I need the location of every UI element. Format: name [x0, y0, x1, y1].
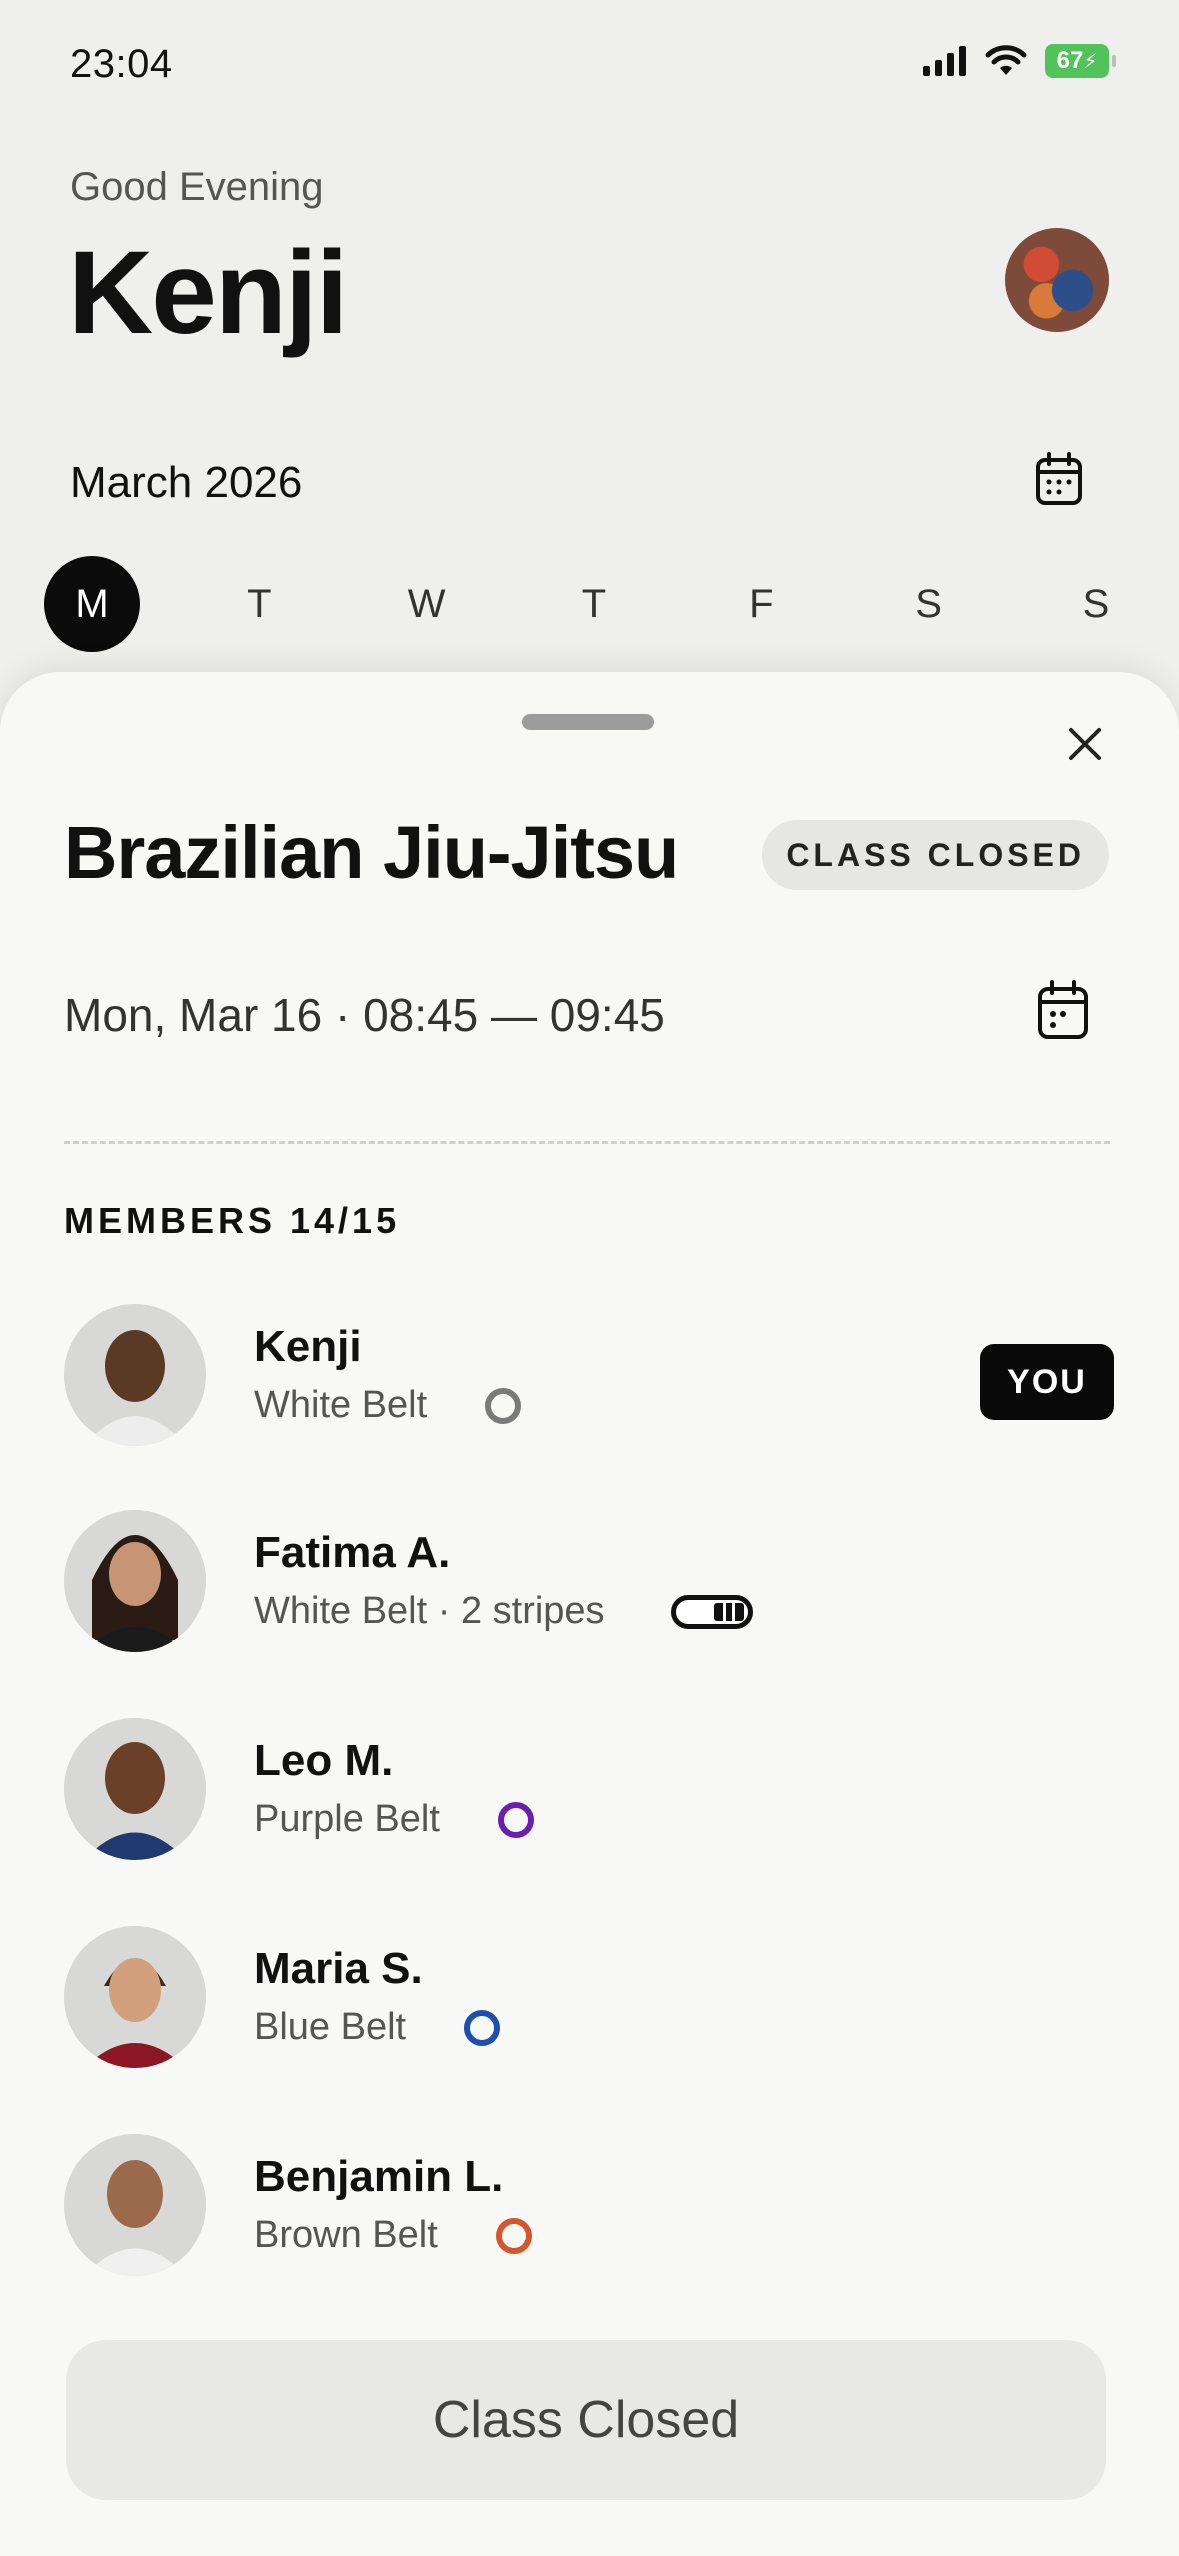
user-name: Kenji — [68, 227, 348, 359]
class-closed-button[interactable]: Class Closed — [66, 2340, 1106, 2500]
member-belt: Brown Belt — [254, 2214, 532, 2257]
brown-belt-icon — [495, 2217, 532, 2254]
day-tuesday[interactable]: T — [211, 556, 307, 652]
profile-avatar[interactable] — [1005, 228, 1109, 332]
member-row[interactable]: Fatima A. White Belt · 2 stripes — [64, 1510, 1114, 1660]
white-belt-icon — [485, 1387, 522, 1424]
day-wednesday[interactable]: W — [379, 556, 475, 652]
status-badge: CLASS CLOSED — [762, 820, 1109, 890]
member-row[interactable]: Benjamin L. Brown Belt — [64, 2134, 1114, 2284]
member-name: Leo M. — [254, 1736, 394, 1785]
you-badge: YOU — [980, 1344, 1114, 1420]
divider — [64, 1141, 1110, 1144]
member-name: Fatima A. — [254, 1528, 451, 1577]
member-name: Benjamin L. — [254, 2152, 504, 2201]
member-name: Kenji — [254, 1322, 362, 1371]
month-label: March 2026 — [70, 458, 303, 507]
member-belt: Blue Belt — [254, 2006, 501, 2049]
member-avatar — [64, 2134, 206, 2276]
member-belt-label: Purple Belt — [254, 1798, 440, 1840]
day-friday[interactable]: F — [713, 556, 809, 652]
member-belt-label: Blue Belt — [254, 2006, 407, 2048]
sheet-grabber[interactable] — [522, 714, 654, 730]
member-belt: Purple Belt — [254, 1798, 534, 1841]
wifi-icon — [985, 45, 1027, 75]
greeting-text: Good Evening — [70, 165, 324, 209]
member-avatar — [64, 1926, 206, 2068]
class-datetime: Mon, Mar 16 · 08:45 — 09:45 — [64, 989, 665, 1041]
day-sunday[interactable]: S — [1048, 556, 1144, 652]
member-name: Maria S. — [254, 1944, 423, 1993]
member-row[interactable]: Kenji White Belt YOU — [64, 1304, 1114, 1454]
member-row[interactable]: Leo M. Purple Belt — [64, 1718, 1114, 1868]
member-belt: White Belt — [254, 1384, 522, 1427]
close-icon[interactable] — [1061, 720, 1109, 768]
member-row[interactable]: Maria S. Blue Belt — [64, 1926, 1114, 2076]
add-to-calendar-icon[interactable] — [1037, 980, 1089, 1040]
member-belt-label: White Belt — [254, 1384, 428, 1426]
battery-icon: 67 ⚡ — [1045, 44, 1116, 78]
status-time: 23:04 — [70, 42, 173, 86]
purple-belt-icon — [497, 1801, 534, 1838]
day-thursday[interactable]: T — [546, 556, 642, 652]
blue-belt-icon — [464, 2009, 501, 2046]
member-belt-label: White Belt · 2 stripes — [254, 1590, 605, 1632]
day-monday[interactable]: M — [44, 556, 140, 652]
member-avatar — [64, 1718, 206, 1860]
signal-icon — [923, 46, 966, 76]
calendar-icon[interactable] — [1035, 452, 1083, 506]
week-strip: M T W T F S S — [44, 556, 1144, 652]
member-avatar — [64, 1304, 206, 1446]
member-belt: White Belt · 2 stripes — [254, 1590, 753, 1633]
member-avatar — [64, 1510, 206, 1652]
class-title: Brazilian Jiu-Jitsu — [64, 811, 679, 894]
status-icons: 67 ⚡ — [923, 44, 1116, 78]
day-saturday[interactable]: S — [881, 556, 977, 652]
member-belt-label: Brown Belt — [254, 2214, 438, 2256]
battery-level: 67 — [1056, 47, 1084, 74]
belt-stripes-icon — [670, 1594, 753, 1629]
members-heading: MEMBERS 14/15 — [64, 1200, 401, 1241]
